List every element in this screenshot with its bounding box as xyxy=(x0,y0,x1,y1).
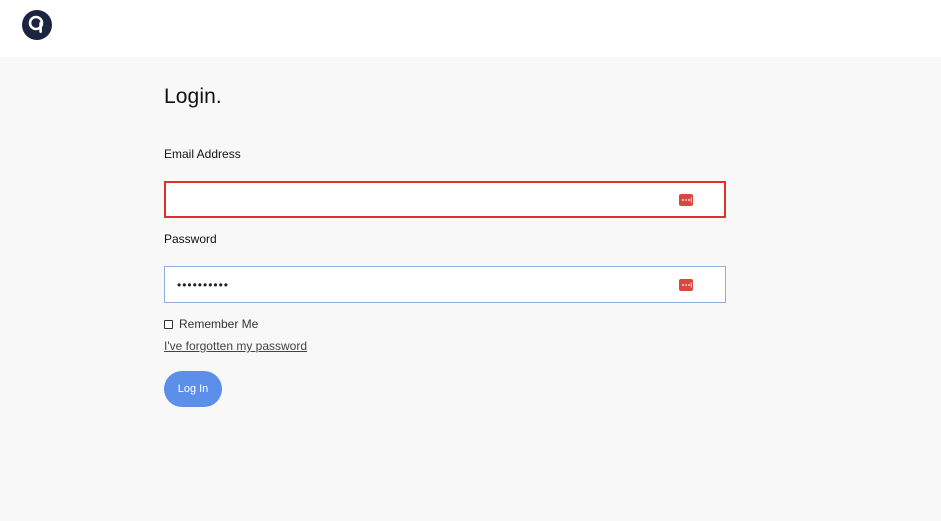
email-field[interactable] xyxy=(164,181,726,218)
page-title: Login. xyxy=(164,85,222,108)
password-field[interactable] xyxy=(164,266,726,303)
q-logo-icon[interactable] xyxy=(22,10,52,40)
email-label: Email Address xyxy=(164,147,241,161)
email-input[interactable] xyxy=(178,183,658,216)
password-input[interactable] xyxy=(177,267,657,302)
password-manager-icon[interactable] xyxy=(679,193,693,206)
login-panel: Login. Email Address Password Remember M… xyxy=(0,57,941,521)
password-label: Password xyxy=(164,232,217,246)
remember-me[interactable]: Remember Me xyxy=(164,317,258,331)
login-button[interactable]: Log In xyxy=(164,371,222,407)
remember-me-checkbox[interactable] xyxy=(164,319,173,329)
forgot-password-link[interactable]: I've forgotten my password xyxy=(164,339,307,353)
top-bar xyxy=(0,0,941,57)
remember-me-label: Remember Me xyxy=(179,317,259,331)
password-manager-icon[interactable] xyxy=(679,278,693,291)
